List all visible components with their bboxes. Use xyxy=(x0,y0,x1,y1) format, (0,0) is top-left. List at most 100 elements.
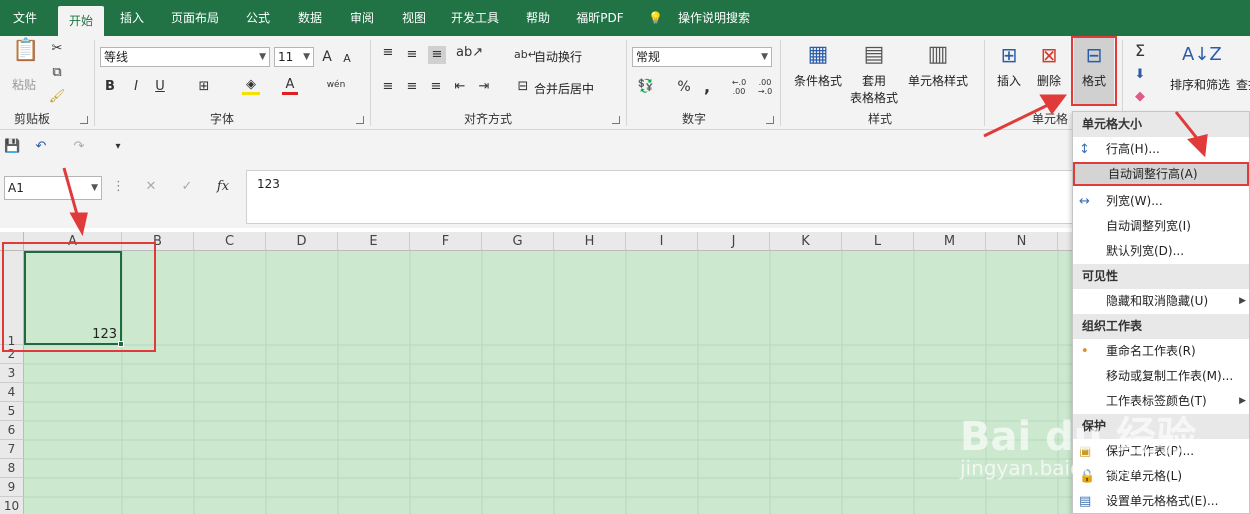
tab-developer[interactable]: 开发工具 xyxy=(444,0,506,36)
cell-styles-button[interactable]: ▥ 单元格样式 xyxy=(906,40,970,88)
number-format-combo[interactable]: 常规 ▼ xyxy=(632,47,772,67)
tab-home[interactable]: 开始 xyxy=(58,6,104,36)
tab-data[interactable]: 数据 xyxy=(290,0,330,36)
phonetic-icon[interactable]: wén xyxy=(326,76,346,94)
border-icon[interactable]: ⊞ xyxy=(196,78,212,96)
column-header[interactable]: G xyxy=(482,232,554,251)
menu-item-row-height[interactable]: ↕ 行高(H)... xyxy=(1073,137,1249,162)
merge-center-button[interactable]: 合并后居中 xyxy=(534,80,594,97)
row-header[interactable]: 3 xyxy=(0,364,24,383)
tab-help[interactable]: 帮助 xyxy=(518,0,558,36)
align-center-icon[interactable]: ≡ xyxy=(404,78,420,96)
menu-item-rename-sheet[interactable]: • 重命名工作表(R) xyxy=(1073,339,1249,364)
menu-item-column-width[interactable]: ↔ 列宽(W)... xyxy=(1073,189,1249,214)
cancel-icon[interactable]: ✕ xyxy=(142,178,160,196)
row-header[interactable]: 10 xyxy=(0,497,24,514)
conditional-format-button[interactable]: ▦ 条件格式 xyxy=(792,40,844,88)
undo-icon[interactable]: ↶ xyxy=(32,138,50,156)
sort-filter-icon[interactable]: A↓Z xyxy=(1182,40,1222,70)
decrease-indent-icon[interactable]: ⇤ xyxy=(452,78,468,96)
autosum-icon[interactable]: Σ xyxy=(1130,42,1150,60)
menu-item-format-cells[interactable]: ▤ 设置单元格格式(E)... xyxy=(1073,489,1249,514)
number-launcher-icon[interactable] xyxy=(766,116,774,124)
decrease-decimal-icon[interactable]: .00 →.0 xyxy=(754,78,776,96)
menu-item-hide-unhide[interactable]: 隐藏和取消隐藏(U) ▶ xyxy=(1073,289,1249,314)
save-icon[interactable]: 💾 xyxy=(4,138,20,156)
font-color-icon[interactable]: A xyxy=(282,78,298,95)
row-header[interactable]: 5 xyxy=(0,402,24,421)
tab-file[interactable]: 文件 xyxy=(6,0,44,36)
shrink-font-icon[interactable]: A xyxy=(340,50,354,68)
column-header[interactable]: E xyxy=(338,232,410,251)
align-right-icon[interactable]: ≡ xyxy=(428,78,444,96)
row-header[interactable]: 8 xyxy=(0,459,24,478)
font-launcher-icon[interactable] xyxy=(356,116,364,124)
orientation-icon[interactable]: ab↗ xyxy=(456,44,483,62)
menu-item-autofit-column-width[interactable]: 自动调整列宽(I) xyxy=(1073,214,1249,239)
align-left-icon[interactable]: ≡ xyxy=(380,78,396,96)
comma-button[interactable]: , xyxy=(700,78,714,96)
row-header[interactable]: 9 xyxy=(0,478,24,497)
column-header[interactable]: C xyxy=(194,232,266,251)
column-header[interactable]: H xyxy=(554,232,626,251)
column-header[interactable]: N xyxy=(986,232,1058,251)
column-header[interactable]: D xyxy=(266,232,338,251)
cut-icon[interactable]: ✂ xyxy=(48,40,66,58)
customize-qat-icon[interactable]: ▾ xyxy=(112,138,124,156)
align-bottom-icon[interactable]: ≡ xyxy=(428,46,446,64)
align-middle-icon[interactable]: ≡ xyxy=(404,46,420,64)
font-name-combo[interactable]: 等线 ▼ xyxy=(100,47,270,67)
tab-foxit-pdf[interactable]: 福昕PDF xyxy=(570,0,630,36)
column-header[interactable]: M xyxy=(914,232,986,251)
fill-color-icon[interactable]: ◈ xyxy=(242,78,260,95)
delete-cells-button[interactable]: ⊠ 删除 xyxy=(1032,40,1066,88)
paste-button-label[interactable]: 粘贴 xyxy=(12,76,36,93)
column-header[interactable]: I xyxy=(626,232,698,251)
fill-icon[interactable]: ⬇ xyxy=(1130,66,1150,84)
tab-review[interactable]: 审阅 xyxy=(342,0,382,36)
row-header[interactable]: 4 xyxy=(0,383,24,402)
row-header[interactable]: 6 xyxy=(0,421,24,440)
wrap-text-button[interactable]: 自动换行 xyxy=(534,48,582,65)
wrap-text-icon[interactable]: ab↵ xyxy=(514,46,537,64)
tab-view[interactable]: 视图 xyxy=(394,0,434,36)
increase-decimal-icon[interactable]: ←.0 .00 xyxy=(728,78,750,96)
alignment-launcher-icon[interactable] xyxy=(612,116,620,124)
column-header[interactable]: F xyxy=(410,232,482,251)
column-header[interactable]: J xyxy=(698,232,770,251)
column-header[interactable]: L xyxy=(842,232,914,251)
tab-formulas[interactable]: 公式 xyxy=(238,0,278,36)
copy-icon[interactable]: ⧉ xyxy=(48,64,66,82)
sort-filter-button[interactable]: 排序和筛选 xyxy=(1170,76,1230,93)
tell-me-search[interactable]: 操作说明搜索 xyxy=(674,0,754,36)
find-select-button[interactable]: 查找 xyxy=(1236,76,1250,93)
enter-icon[interactable]: ✓ xyxy=(178,178,196,196)
redo-icon[interactable]: ↷ xyxy=(70,138,88,156)
align-top-icon[interactable]: ≡ xyxy=(380,44,396,62)
increase-indent-icon[interactable]: ⇥ xyxy=(476,78,492,96)
underline-button[interactable]: U xyxy=(152,78,168,96)
bold-button[interactable]: B xyxy=(102,78,118,96)
insert-cells-button[interactable]: ⊞ 插入 xyxy=(992,40,1026,88)
menu-item-move-copy-sheet[interactable]: 移动或复制工作表(M)... xyxy=(1073,364,1249,389)
merge-center-icon[interactable]: ⊟ xyxy=(514,78,532,96)
italic-button[interactable]: I xyxy=(128,78,144,96)
name-box[interactable]: A1 ▼ xyxy=(4,176,102,200)
row-header[interactable]: 7 xyxy=(0,440,24,459)
font-size-combo[interactable]: 11 ▼ xyxy=(274,47,314,67)
grow-font-icon[interactable]: A xyxy=(320,48,334,66)
paste-icon[interactable]: 📋 xyxy=(12,40,39,70)
menu-item-default-width[interactable]: 默认列宽(D)... xyxy=(1073,239,1249,264)
menu-item-autofit-row-height[interactable]: 自动调整行高(A) xyxy=(1073,162,1249,186)
percent-button[interactable]: % xyxy=(676,78,692,96)
format-painter-icon[interactable]: 🖌 xyxy=(48,88,66,106)
tab-page-layout[interactable]: 页面布局 xyxy=(164,0,226,36)
clipboard-launcher-icon[interactable] xyxy=(80,116,88,124)
format-as-table-button[interactable]: ▤ 套用 表格格式 xyxy=(846,40,902,105)
accounting-format-icon[interactable]: 💱 xyxy=(636,78,656,96)
tab-insert[interactable]: 插入 xyxy=(112,0,152,36)
clear-icon[interactable]: ◆ xyxy=(1130,88,1150,106)
column-header[interactable]: K xyxy=(770,232,842,251)
formula-input[interactable]: 123 xyxy=(246,170,1075,224)
insert-function-button[interactable]: fx xyxy=(214,178,232,196)
